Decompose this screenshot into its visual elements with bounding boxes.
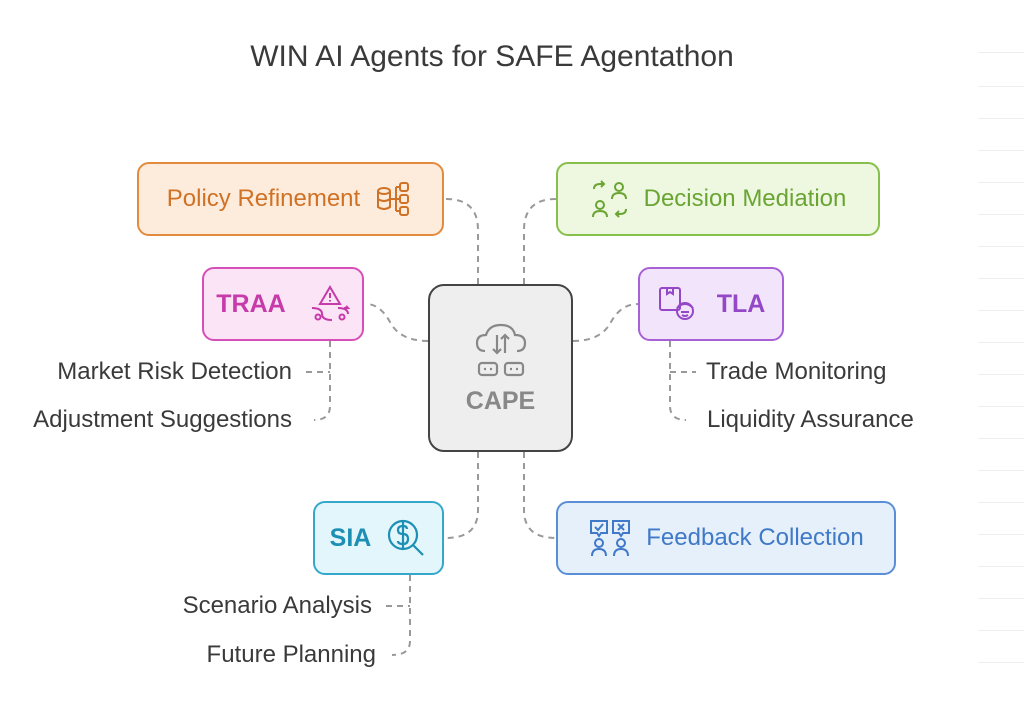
connector-feedback xyxy=(523,452,557,539)
voting-people-icon xyxy=(588,518,632,558)
leaf-adjustment-suggestions: Adjustment Suggestions xyxy=(33,406,292,433)
cloud-transfer-icon xyxy=(471,321,531,381)
leaf-market-risk-detection: Market Risk Detection xyxy=(57,358,292,385)
connector-decision xyxy=(523,198,557,284)
node-label: Decision Mediation xyxy=(643,185,847,212)
node-label: Feedback Collection xyxy=(646,524,864,551)
center-label: CAPE xyxy=(465,386,536,415)
connector-sia xyxy=(445,452,479,539)
node-label: TLA xyxy=(716,289,766,318)
leaf-scenario-analysis: Scenario Analysis xyxy=(182,592,372,619)
node-cape-center[interactable]: CAPE xyxy=(428,284,573,452)
node-decision-mediation[interactable]: Decision Mediation xyxy=(556,162,880,236)
leaf-liquidity-assurance: Liquidity Assurance xyxy=(707,406,914,433)
worker-package-icon xyxy=(657,284,697,324)
leaf-future-planning: Future Planning xyxy=(206,641,376,668)
node-sia[interactable]: SIA xyxy=(313,501,444,575)
node-tla[interactable]: TLA xyxy=(638,267,784,341)
dollar-search-icon xyxy=(385,517,427,559)
node-traa[interactable]: TRAA xyxy=(202,267,364,341)
connector-traa-leaves xyxy=(313,341,331,421)
node-feedback-collection[interactable]: Feedback Collection xyxy=(556,501,896,575)
node-label: SIA xyxy=(329,523,372,552)
node-label: Policy Refinement xyxy=(166,185,361,212)
warning-route-icon xyxy=(310,284,350,324)
database-tree-icon xyxy=(374,179,414,219)
leaf-trade-monitoring: Trade Monitoring xyxy=(706,358,887,385)
connector-sia-leaves xyxy=(391,575,411,656)
node-policy-refinement[interactable]: Policy Refinement xyxy=(137,162,444,236)
connector-traa xyxy=(365,303,429,342)
connector-tla-leaves xyxy=(669,341,687,421)
connector-tla xyxy=(572,303,639,342)
connector-policy xyxy=(445,198,479,284)
people-exchange-icon xyxy=(590,179,630,219)
node-label: TRAA xyxy=(216,289,286,318)
